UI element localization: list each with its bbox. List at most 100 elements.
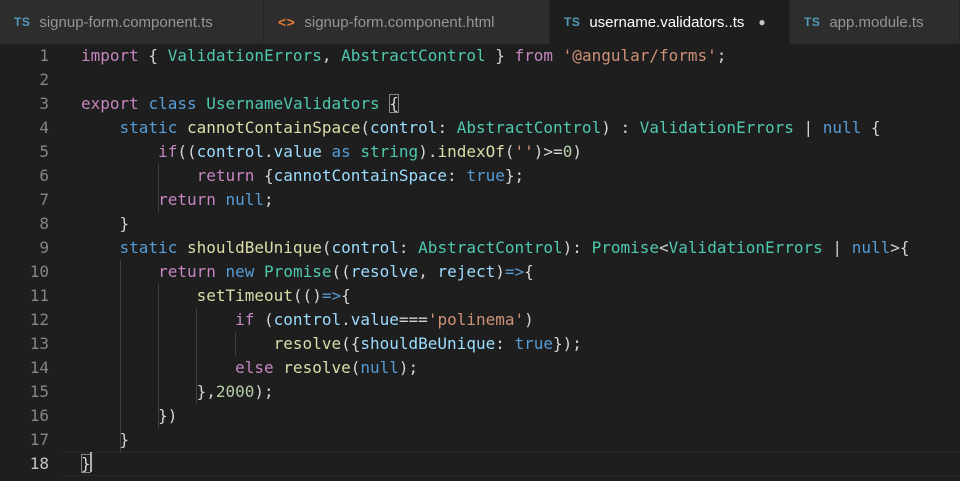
tab-label: username.validators..ts: [589, 13, 745, 31]
line-number: 18: [29, 454, 49, 473]
code-line[interactable]: 1 import { ValidationErrors, AbstractCont…: [0, 44, 960, 68]
punctuation: ).: [418, 142, 438, 161]
text-cursor: [90, 452, 92, 472]
identifier: control: [273, 310, 342, 329]
tab-app-module-ts[interactable]: TS app.module.ts: [790, 0, 960, 44]
tab-signup-form-component-html[interactable]: <> signup-form.component.html: [264, 0, 550, 44]
string-literal: '': [514, 142, 534, 161]
code-line[interactable]: 8 }: [0, 212, 960, 236]
punctuation: )>=: [533, 142, 563, 161]
punctuation: {: [138, 46, 168, 65]
punctuation: [81, 238, 120, 257]
function-name: resolve: [273, 334, 342, 353]
code-line[interactable]: 5 if((control.value as string).indexOf('…: [0, 140, 960, 164]
punctuation: >{: [890, 238, 910, 257]
control-keyword: if: [235, 310, 255, 329]
punctuation: .: [341, 310, 351, 329]
keyword: =>: [321, 286, 342, 305]
tab-username-validators-ts[interactable]: TS username.validators..ts ●: [550, 0, 790, 44]
html-file-icon: <>: [278, 14, 296, 30]
line-number: 1: [39, 46, 49, 65]
punctuation: [553, 46, 563, 65]
line-number: 2: [39, 70, 49, 89]
control-keyword: if: [158, 142, 178, 161]
punctuation: [81, 190, 158, 209]
line-number: 16: [29, 406, 49, 425]
code-editor[interactable]: 1 import { ValidationErrors, AbstractCont…: [0, 44, 960, 481]
function-name: indexOf: [437, 142, 505, 161]
punctuation: {: [861, 118, 881, 137]
punctuation: ;: [264, 190, 274, 209]
line-number: 11: [29, 286, 49, 305]
identifier: reject: [437, 262, 496, 281]
code-text: import { ValidationErrors, AbstractContr…: [81, 44, 726, 68]
identifier: shouldBeUnique: [360, 334, 496, 353]
punctuation: [81, 334, 274, 353]
tab-label: signup-form.component.html: [304, 13, 495, 31]
control-keyword: from: [514, 46, 554, 65]
punctuation: (: [360, 118, 370, 137]
punctuation: ,: [418, 262, 438, 281]
punctuation: [254, 262, 264, 281]
line-number: 6: [39, 166, 49, 185]
punctuation: }: [81, 214, 130, 233]
code-line[interactable]: 18}: [0, 452, 960, 476]
tab-signup-form-component-ts[interactable]: TS signup-form.component.ts: [0, 0, 264, 44]
punctuation: ): [495, 262, 505, 281]
keyword: null: [225, 190, 265, 209]
keyword: as: [331, 142, 351, 161]
code-line[interactable]: 4 static cannotContainSpace(control: Abs…: [0, 116, 960, 140]
punctuation: [274, 358, 284, 377]
tab-label: app.module.ts: [829, 13, 924, 31]
punctuation: [380, 94, 390, 113]
code-line[interactable]: 15 },2000);: [0, 380, 960, 404]
code-text: if((control.value as string).indexOf('')…: [81, 140, 582, 164]
keyword: =>: [504, 262, 525, 281]
code-line[interactable]: 9 static shouldBeUnique(control: Abstrac…: [0, 236, 960, 260]
punctuation: [177, 118, 187, 137]
code-text: static shouldBeUnique(control: AbstractC…: [81, 236, 910, 260]
code-line[interactable]: 12 if (control.value==='polinema'): [0, 308, 960, 332]
line-number: 4: [39, 118, 49, 137]
code-line[interactable]: 11 setTimeout(()=>{: [0, 284, 960, 308]
code-text: setTimeout(()=>{: [81, 284, 351, 308]
code-text: }): [81, 404, 177, 428]
unsaved-indicator-icon[interactable]: ●: [758, 15, 765, 29]
punctuation: [139, 94, 149, 113]
keyword: static: [119, 238, 178, 257]
type-name: string: [360, 142, 419, 161]
punctuation: [81, 310, 235, 329]
punctuation: .: [264, 142, 274, 161]
code-line[interactable]: 7 return null;: [0, 188, 960, 212]
punctuation: :: [437, 118, 457, 137]
line-number: 15: [29, 382, 49, 401]
punctuation: [177, 238, 187, 257]
code-line[interactable]: 17 }: [0, 428, 960, 452]
punctuation: [81, 118, 120, 137]
punctuation: ):: [562, 238, 592, 257]
code-line[interactable]: 16 }): [0, 404, 960, 428]
punctuation: {: [254, 166, 274, 185]
code-line[interactable]: 2: [0, 68, 960, 92]
identifier: control: [331, 238, 399, 257]
code-line[interactable]: 3 export class UsernameValidators {: [0, 92, 960, 116]
punctuation: );: [254, 382, 274, 401]
code-text: return new Promise((resolve, reject)=>{: [81, 260, 534, 284]
code-text: return null;: [81, 188, 274, 212]
code-line[interactable]: 13 resolve({shouldBeUnique: true});: [0, 332, 960, 356]
typescript-file-icon: TS: [564, 15, 581, 29]
code-line[interactable]: 10 return new Promise((resolve, reject)=…: [0, 260, 960, 284]
control-keyword: export: [81, 94, 139, 113]
control-keyword: else: [235, 358, 274, 377]
code-line[interactable]: 6 return {cannotContainSpace: true};: [0, 164, 960, 188]
code-line[interactable]: 14 else resolve(null);: [0, 356, 960, 380]
punctuation: ) :: [601, 118, 640, 137]
line-number: 3: [39, 94, 49, 113]
identifier: cannotContainSpace: [273, 166, 448, 185]
identifier: resolve: [350, 262, 419, 281]
typescript-file-icon: TS: [14, 15, 31, 29]
function-name: shouldBeUnique: [186, 238, 322, 257]
punctuation: :: [495, 334, 515, 353]
punctuation: <: [659, 238, 669, 257]
punctuation: (: [350, 358, 361, 377]
